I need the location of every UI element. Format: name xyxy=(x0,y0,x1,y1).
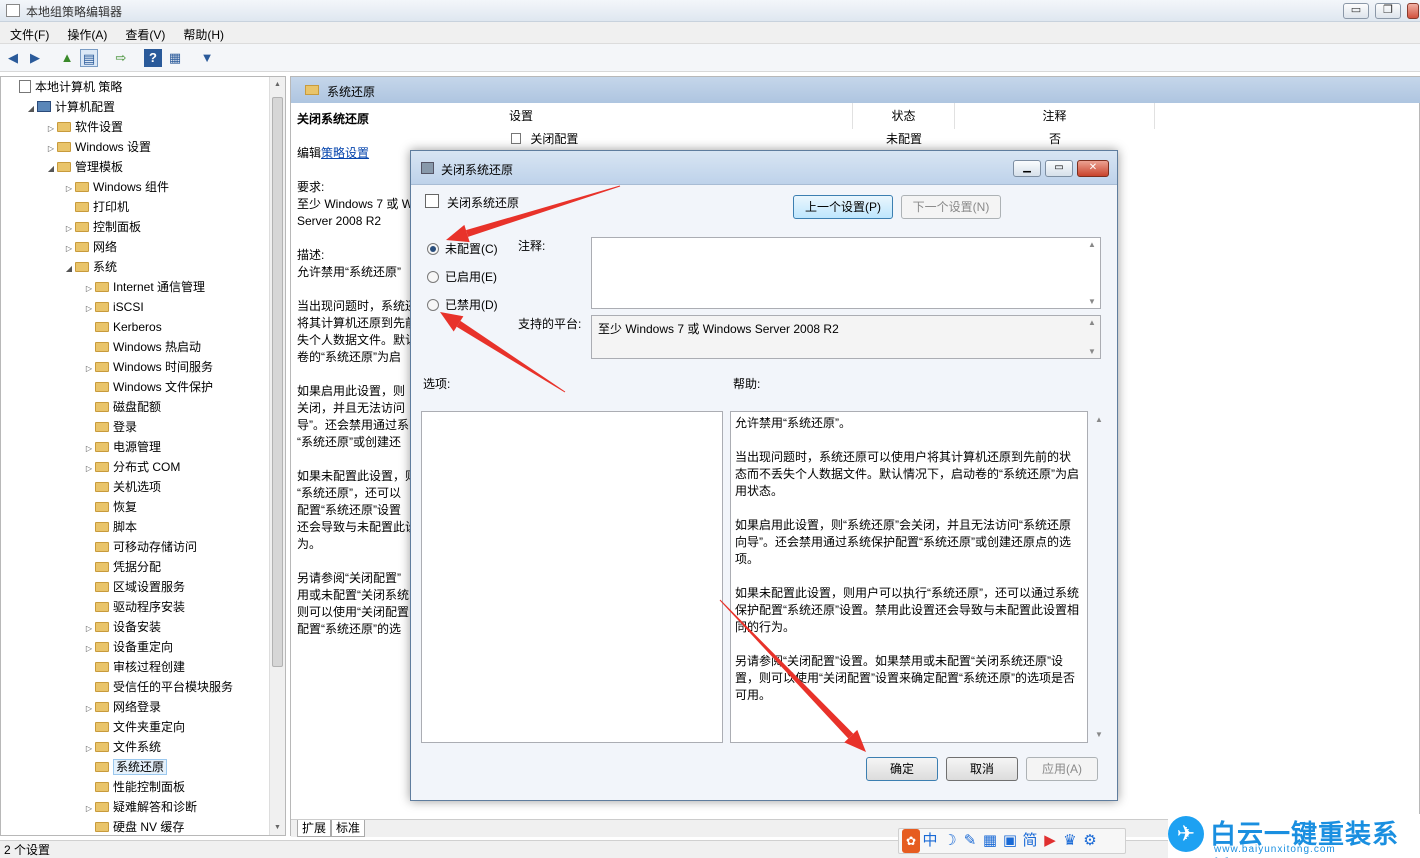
arrow-shaft xyxy=(456,320,566,393)
arrow-shaft xyxy=(465,185,621,237)
arrow-head xyxy=(446,224,470,243)
annotation-overlay xyxy=(440,185,866,752)
arrow-shaft xyxy=(719,599,854,739)
app-root: 本地组策略编辑器 ▭ ❐ 文件(F) 操作(A) 查看(V) 帮助(H) ◀ ▶ ▲ … xyxy=(0,0,1420,858)
annotation-arrows xyxy=(440,185,866,752)
